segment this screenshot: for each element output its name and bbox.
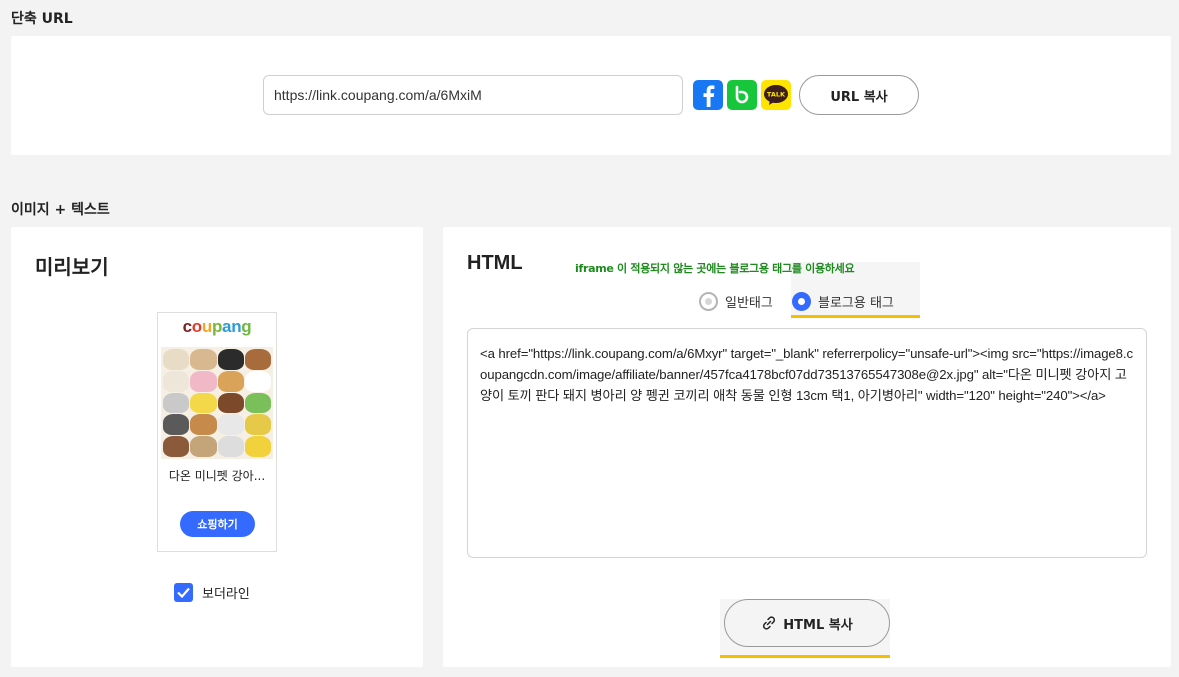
html-code-textarea[interactable]: <a href="https://link.coupang.com/a/6Mxy… <box>467 328 1147 558</box>
plush-toy <box>217 349 244 370</box>
plush-toy <box>163 370 190 392</box>
plush-toy <box>244 414 271 436</box>
short-url-card: https://link.coupang.com/a/6MxiM TALK UR… <box>11 36 1171 155</box>
product-image <box>161 347 273 459</box>
radio-general-label: 일반태그 <box>725 296 773 311</box>
plush-toy <box>190 436 217 457</box>
plush-toy <box>190 414 217 436</box>
product-name: 다온 미니펫 강아... <box>168 469 266 483</box>
radio-unselected-icon <box>699 292 718 311</box>
border-line-label: 보더라인 <box>202 587 250 602</box>
html-copy-label: HTML 복사 <box>783 617 853 633</box>
blog-tag-tip: iframe 이 적용되지 않는 곳에는 블로그용 태그를 이용하세요 <box>575 262 855 275</box>
radio-blog-tag[interactable]: 블로그용 태그 <box>792 292 894 311</box>
kakaotalk-share-button[interactable]: TALK <box>761 80 791 110</box>
url-copy-button[interactable]: URL 복사 <box>799 75 919 115</box>
image-text-section-title: 이미지 + 텍스트 <box>11 202 110 218</box>
brand-letter: c <box>182 317 192 336</box>
highlight-underline-copy <box>720 655 890 658</box>
plush-toy <box>190 392 217 414</box>
radio-general-tag[interactable]: 일반태그 <box>699 292 773 311</box>
plush-toy <box>217 414 244 436</box>
html-copy-button[interactable]: HTML 복사 <box>724 599 890 647</box>
plush-toy <box>217 370 244 392</box>
checkbox-checked-icon <box>174 583 193 602</box>
brand-letter: o <box>191 317 202 336</box>
facebook-share-button[interactable] <box>693 80 723 110</box>
radio-selected-icon <box>792 292 811 311</box>
kakao-talk-label: TALK <box>767 91 786 99</box>
plush-toy <box>163 349 190 370</box>
plush-toy <box>163 436 190 457</box>
plush-toy <box>163 414 190 436</box>
short-url-section-title: 단축 URL <box>11 11 73 27</box>
brand-letter: n <box>231 317 242 336</box>
shop-button[interactable]: 쇼핑하기 <box>180 511 255 537</box>
preview-title: 미리보기 <box>35 255 109 279</box>
plush-toy <box>190 370 217 392</box>
preview-card: 미리보기 coupang 다온 미니펫 강아... 쇼핑하기 보더라인 <box>11 227 423 667</box>
plush-toy <box>163 392 190 414</box>
link-icon <box>763 616 776 630</box>
brand-letter: g <box>241 317 252 336</box>
plush-toy <box>217 392 244 414</box>
band-share-button[interactable] <box>727 80 757 110</box>
kakaotalk-icon: TALK <box>764 85 788 105</box>
brand-letter: p <box>211 317 223 336</box>
plush-toy <box>244 370 271 392</box>
plush-toy <box>244 392 271 414</box>
html-title: HTML <box>467 252 523 274</box>
band-icon <box>735 85 749 104</box>
plush-toy <box>217 436 244 457</box>
html-card: HTML iframe 이 적용되지 않는 곳에는 블로그용 태그를 이용하세요… <box>443 227 1171 667</box>
plush-toy <box>244 436 271 457</box>
border-line-checkbox[interactable]: 보더라인 <box>174 583 250 602</box>
coupang-logo: coupang <box>158 317 276 337</box>
facebook-icon <box>703 85 715 107</box>
brand-letter: a <box>222 317 232 336</box>
product-banner[interactable]: coupang 다온 미니펫 강아... 쇼핑하기 <box>157 312 277 552</box>
short-url-field[interactable]: https://link.coupang.com/a/6MxiM <box>263 75 683 115</box>
brand-letter: u <box>201 317 212 336</box>
plush-toy <box>190 349 217 370</box>
radio-blog-label: 블로그용 태그 <box>818 296 894 311</box>
highlight-underline <box>791 315 920 318</box>
plush-toy <box>244 349 271 370</box>
